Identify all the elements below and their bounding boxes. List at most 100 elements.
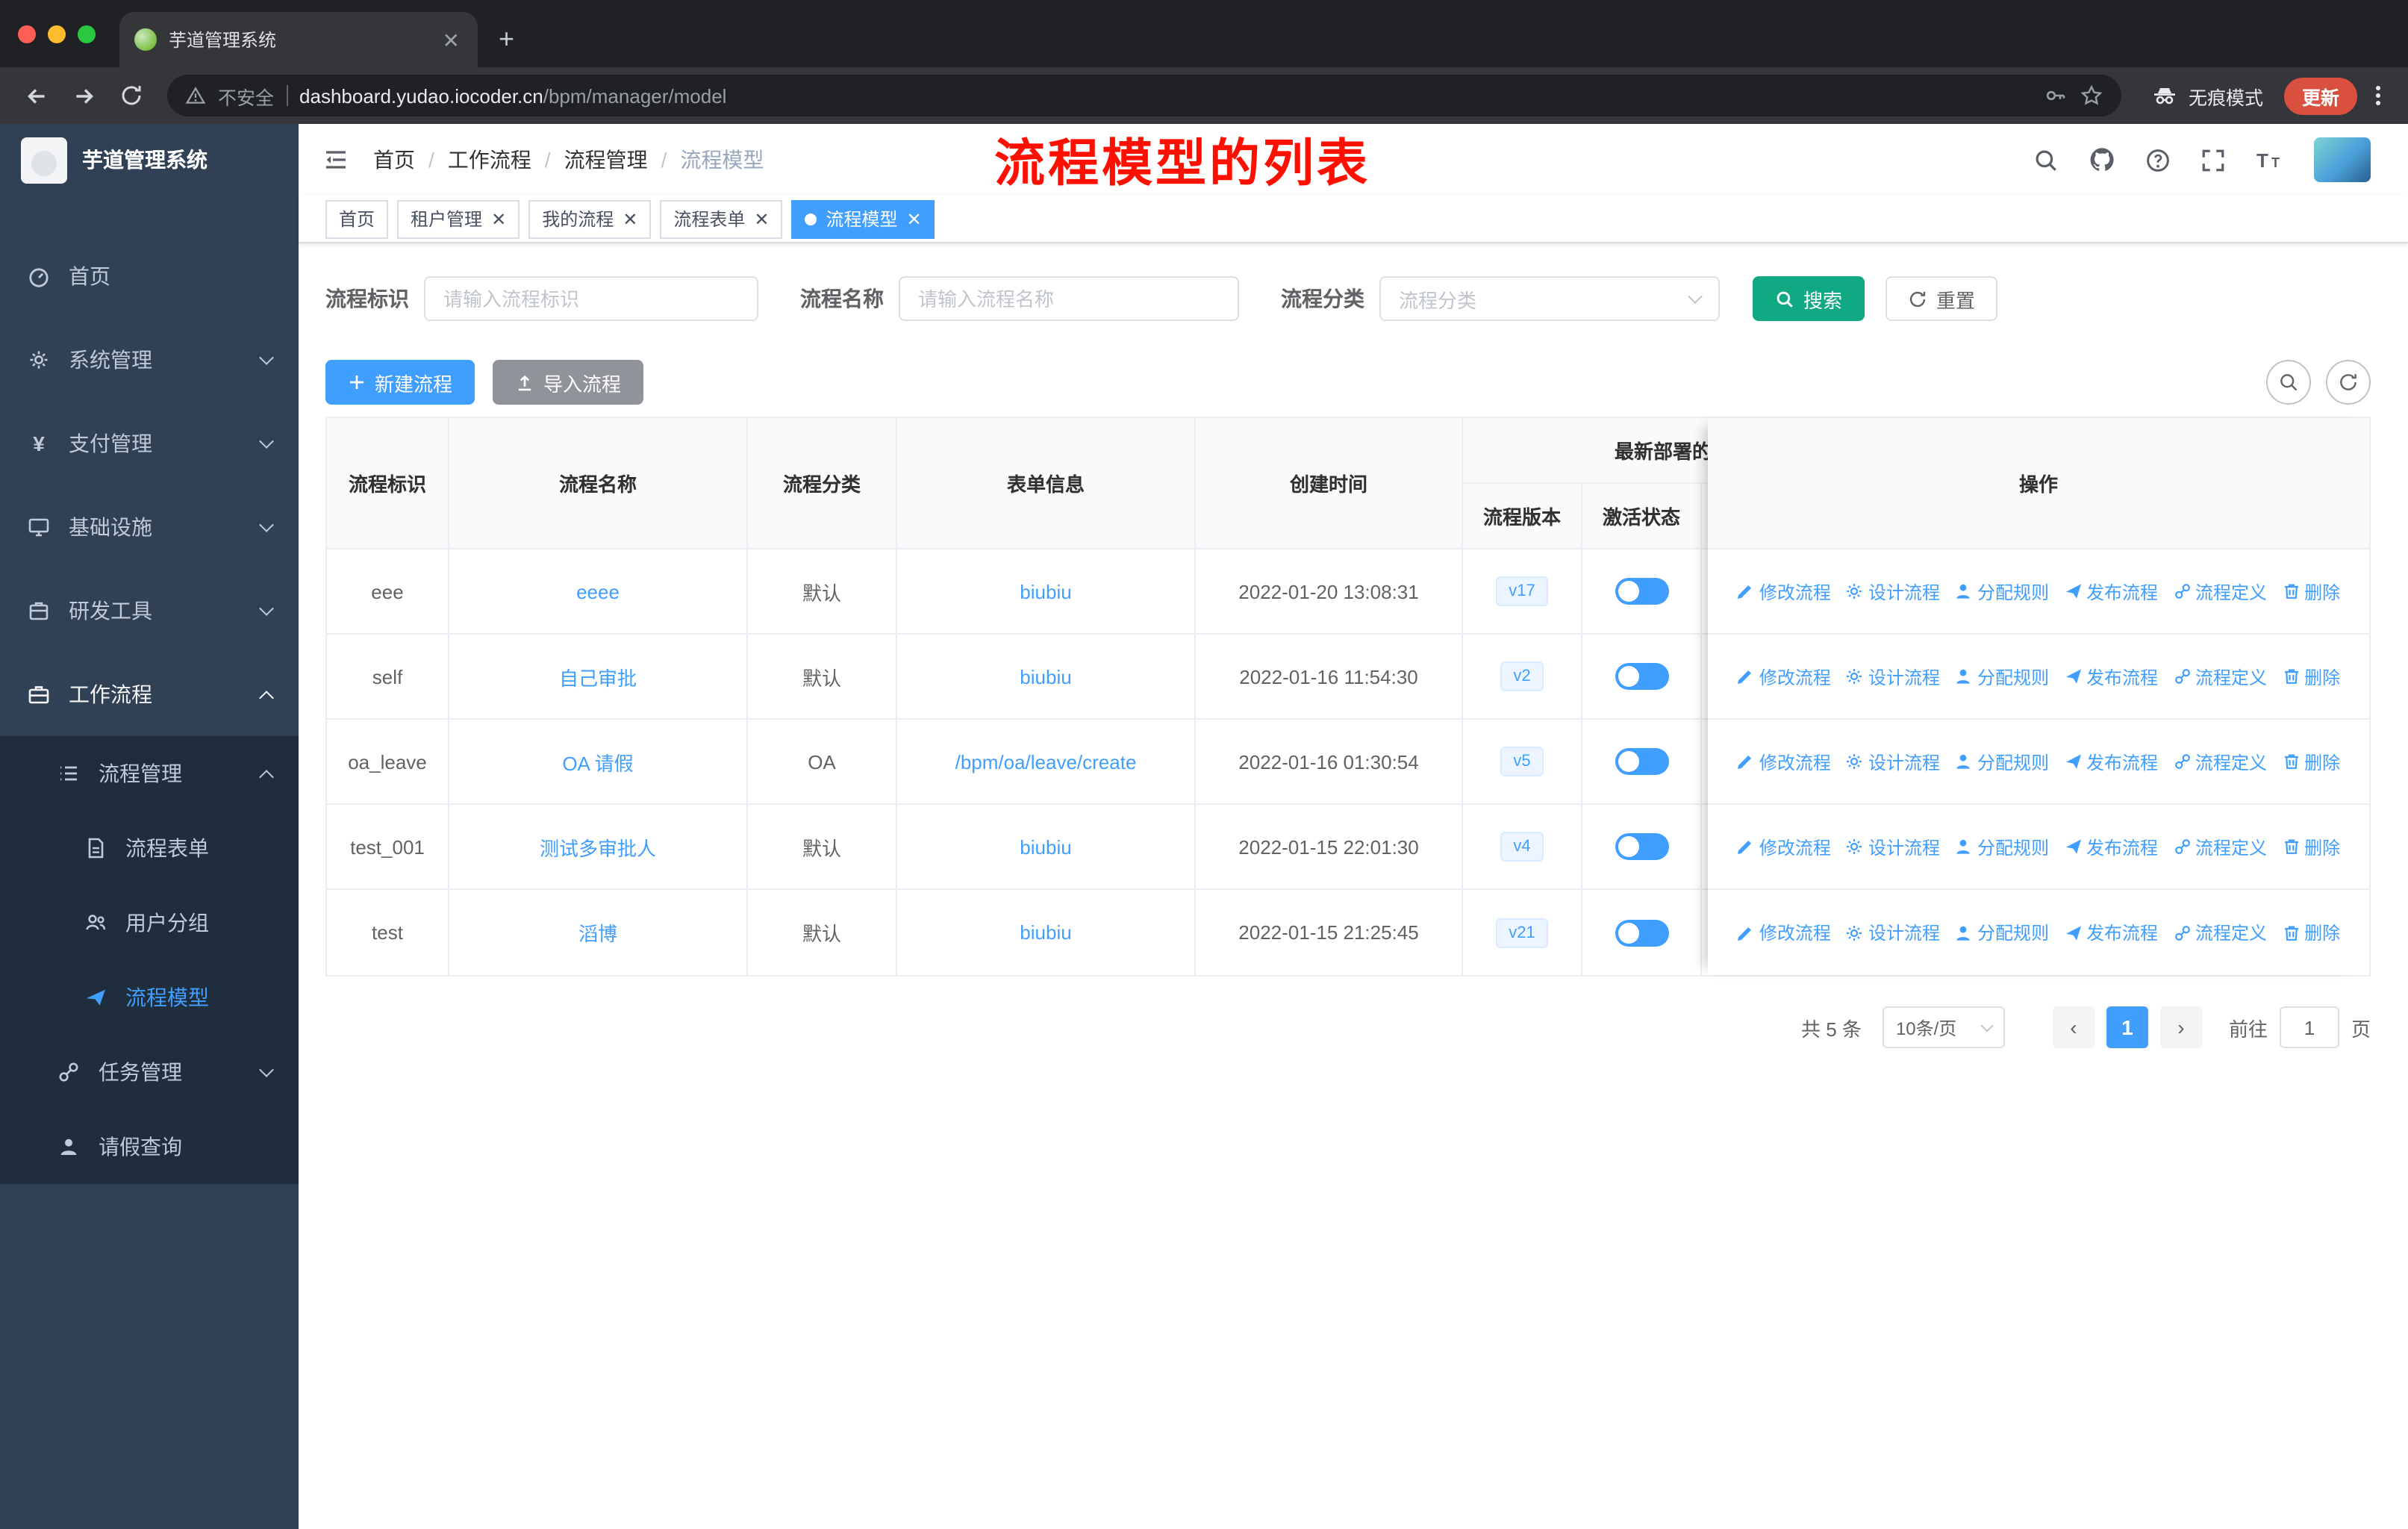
definition-action-link[interactable]: 流程定义	[2173, 664, 2267, 689]
edit-action-link[interactable]: 修改流程	[1737, 664, 1831, 689]
search-button[interactable]: 搜索	[1753, 276, 1865, 321]
prev-page-button[interactable]: ‹	[2052, 1006, 2094, 1048]
sidebar-item-system[interactable]: 系统管理	[0, 318, 299, 402]
publish-action-link[interactable]: 发布流程	[2064, 579, 2158, 604]
publish-action-link[interactable]: 发布流程	[2064, 834, 2158, 859]
close-window-button[interactable]	[18, 25, 36, 43]
breadcrumb-home[interactable]: 首页	[373, 145, 415, 175]
sidebar-item-infrastructure[interactable]: 基础设施	[0, 485, 299, 569]
form-info-link[interactable]: biubiu	[1020, 921, 1071, 944]
tag-my-process[interactable]: 我的流程 ✕	[528, 199, 652, 238]
publish-action-link[interactable]: 发布流程	[2064, 749, 2158, 774]
tag-tenant-management[interactable]: 租户管理 ✕	[397, 199, 520, 238]
edit-action-link[interactable]: 修改流程	[1737, 834, 1831, 859]
model-name-link[interactable]: 自己审批	[559, 662, 637, 691]
delete-action-link[interactable]: 删除	[2282, 579, 2340, 604]
design-action-link[interactable]: 设计流程	[1846, 920, 1940, 945]
sidebar-item-home[interactable]: 首页	[0, 234, 299, 318]
design-action-link[interactable]: 设计流程	[1846, 664, 1940, 689]
sidebar-item-devtools[interactable]: 研发工具	[0, 569, 299, 653]
sidebar-item-task-management[interactable]: 任务管理	[0, 1035, 299, 1109]
edit-action-link[interactable]: 修改流程	[1737, 579, 1831, 604]
breadcrumb-process-management[interactable]: 流程管理	[564, 145, 648, 175]
reload-icon[interactable]	[110, 75, 152, 116]
tag-close-icon[interactable]: ✕	[907, 210, 922, 228]
sidebar-item-process-form[interactable]: 流程表单	[0, 811, 299, 885]
tab-close-icon[interactable]: ✕	[440, 29, 463, 50]
address-bar[interactable]: 不安全 dashboard.yudao.iocoder.cn/bpm/manag…	[167, 75, 2121, 116]
assign-action-link[interactable]: 分配规则	[1955, 920, 2049, 945]
active-toggle[interactable]	[1615, 833, 1668, 860]
sidebar-item-user-group[interactable]: 用户分组	[0, 885, 299, 960]
model-name-link[interactable]: OA 请假	[562, 747, 633, 776]
active-toggle[interactable]	[1615, 578, 1668, 605]
design-action-link[interactable]: 设计流程	[1846, 749, 1940, 774]
edit-action-link[interactable]: 修改流程	[1737, 920, 1831, 945]
back-icon[interactable]	[15, 75, 57, 116]
model-name-link[interactable]: eeee	[576, 580, 620, 602]
browser-update-button[interactable]: 更新	[2283, 77, 2357, 114]
form-info-link[interactable]: biubiu	[1020, 580, 1071, 602]
assign-action-link[interactable]: 分配规则	[1955, 749, 2049, 774]
user-avatar[interactable]	[2314, 137, 2371, 182]
goto-page-input[interactable]	[2279, 1006, 2339, 1048]
design-action-link[interactable]: 设计流程	[1846, 579, 1940, 604]
tag-close-icon[interactable]: ✕	[491, 210, 506, 228]
definition-action-link[interactable]: 流程定义	[2173, 579, 2267, 604]
sidebar-item-workflow[interactable]: 工作流程	[0, 653, 299, 736]
fullscreen-icon[interactable]	[2200, 147, 2226, 172]
delete-action-link[interactable]: 删除	[2282, 749, 2340, 774]
definition-action-link[interactable]: 流程定义	[2173, 834, 2267, 859]
browser-menu-icon[interactable]	[2363, 84, 2393, 108]
minimize-window-button[interactable]	[48, 25, 66, 43]
maximize-window-button[interactable]	[78, 25, 96, 43]
new-tab-button[interactable]: +	[499, 24, 514, 55]
password-key-icon[interactable]	[2044, 84, 2068, 108]
form-info-link[interactable]: biubiu	[1020, 665, 1071, 688]
sidebar-collapse-icon[interactable]	[322, 148, 349, 172]
sidebar-item-process-management[interactable]: 流程管理	[0, 736, 299, 811]
assign-action-link[interactable]: 分配规则	[1955, 834, 2049, 859]
sidebar-item-process-model[interactable]: 流程模型	[0, 960, 299, 1035]
tag-process-model[interactable]: 流程模型 ✕	[791, 199, 935, 238]
import-process-button[interactable]: 导入流程	[493, 360, 644, 405]
browser-tab[interactable]: 芋道管理系统 ✕	[119, 12, 478, 67]
tag-close-icon[interactable]: ✕	[623, 210, 637, 228]
delete-action-link[interactable]: 删除	[2282, 834, 2340, 859]
publish-action-link[interactable]: 发布流程	[2064, 664, 2158, 689]
create-process-button[interactable]: 新建流程	[325, 360, 475, 405]
form-info-link[interactable]: biubiu	[1020, 835, 1071, 858]
reset-button[interactable]: 重置	[1885, 276, 1998, 321]
edit-action-link[interactable]: 修改流程	[1737, 749, 1831, 774]
form-info-link[interactable]: /bpm/oa/leave/create	[955, 750, 1137, 773]
help-icon[interactable]	[2145, 147, 2171, 172]
process-id-input[interactable]	[424, 276, 758, 321]
page-number-button[interactable]: 1	[2106, 1006, 2148, 1048]
process-category-select[interactable]: 流程分类	[1379, 276, 1720, 321]
active-toggle[interactable]	[1615, 919, 1668, 946]
assign-action-link[interactable]: 分配规则	[1955, 579, 2049, 604]
refresh-table-icon[interactable]	[2326, 360, 2371, 405]
tag-close-icon[interactable]: ✕	[754, 210, 769, 228]
model-name-link[interactable]: 测试多审批人	[540, 832, 656, 861]
delete-action-link[interactable]: 删除	[2282, 920, 2340, 945]
definition-action-link[interactable]: 流程定义	[2173, 749, 2267, 774]
sidebar-item-payment[interactable]: ¥ 支付管理	[0, 402, 299, 485]
github-icon[interactable]	[2089, 146, 2115, 173]
toggle-search-icon[interactable]	[2266, 360, 2311, 405]
assign-action-link[interactable]: 分配规则	[1955, 664, 2049, 689]
breadcrumb-workflow[interactable]: 工作流程	[448, 145, 531, 175]
active-toggle[interactable]	[1615, 663, 1668, 690]
sidebar-item-leave-query[interactable]: 请假查询	[0, 1109, 299, 1184]
search-icon[interactable]	[2033, 147, 2059, 172]
process-name-input[interactable]	[899, 276, 1239, 321]
active-toggle[interactable]	[1615, 748, 1668, 775]
forward-icon[interactable]	[63, 75, 105, 116]
next-page-button[interactable]: ›	[2159, 1006, 2202, 1048]
definition-action-link[interactable]: 流程定义	[2173, 920, 2267, 945]
page-size-select[interactable]: 10条/页	[1882, 1006, 2005, 1048]
bookmark-star-icon[interactable]	[2080, 84, 2103, 108]
design-action-link[interactable]: 设计流程	[1846, 834, 1940, 859]
font-size-icon[interactable]: TT	[2256, 148, 2284, 172]
publish-action-link[interactable]: 发布流程	[2064, 920, 2158, 945]
